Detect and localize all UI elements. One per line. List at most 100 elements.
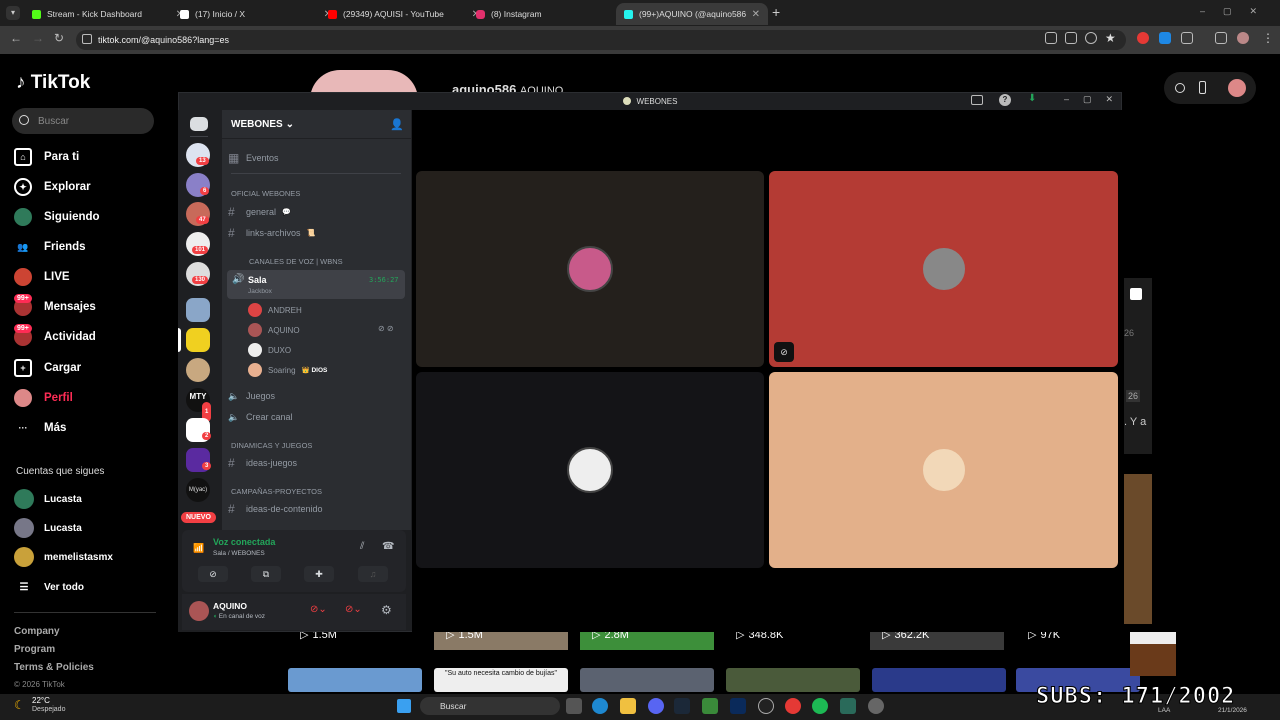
category-voz[interactable]: CANALES DE VOZ | WBNS xyxy=(249,257,343,266)
user-name[interactable]: AQUINO xyxy=(213,601,247,611)
explorer-icon[interactable] xyxy=(620,698,636,714)
new-tab-button[interactable]: + xyxy=(772,4,780,20)
forward-icon[interactable]: → xyxy=(32,31,44,45)
close-tab-icon[interactable]: ✕ xyxy=(752,9,760,20)
video-thumbnail[interactable] xyxy=(580,668,714,692)
category-dinamicas[interactable]: DINAMICAS Y JUEGOS xyxy=(231,441,312,450)
server-icon[interactable]: 2 xyxy=(186,418,212,442)
category-campanas[interactable]: CAMPAÑAS-PROYECTOS xyxy=(231,487,322,496)
zoom-icon[interactable] xyxy=(1085,32,1097,44)
server-icon[interactable]: 6 xyxy=(186,173,210,197)
terminal-icon[interactable] xyxy=(840,698,856,714)
inbox-icon[interactable] xyxy=(971,95,983,105)
task-view-icon[interactable] xyxy=(566,698,582,714)
new-servers-badge[interactable]: NUEVO xyxy=(181,512,216,523)
server-icon[interactable]: MTY 1 xyxy=(186,388,212,422)
channel-ideas-juegos[interactable]: # ideas-juegos xyxy=(228,455,297,471)
settings-gear-icon[interactable]: ⚙ xyxy=(381,603,392,617)
browser-tab-kick[interactable]: Stream - Kick Dashboard ✕ xyxy=(24,3,192,25)
followed-account[interactable]: memelistasmx xyxy=(14,546,113,568)
spotify-icon[interactable] xyxy=(812,698,828,714)
photoshop-icon[interactable] xyxy=(730,698,746,714)
channel-links[interactable]: # links-archivos 📜 xyxy=(228,225,315,241)
server-name-header[interactable]: WEBONES ⌄ xyxy=(231,119,294,130)
voice-user[interactable]: ANDREH xyxy=(248,303,302,317)
taskbar-search[interactable]: Buscar xyxy=(420,697,560,715)
soundboard-button[interactable]: ♫ xyxy=(358,566,388,582)
server-icon[interactable] xyxy=(186,298,210,322)
nav-cargar[interactable]: + Cargar xyxy=(14,357,81,379)
participant-tile[interactable] xyxy=(769,372,1118,568)
user-avatar[interactable] xyxy=(1228,79,1246,97)
see-all-link[interactable]: ☰ Ver todo xyxy=(14,576,85,598)
nav-para-ti[interactable]: ⌂ Para ti xyxy=(14,146,79,168)
participant-tile[interactable] xyxy=(416,372,764,568)
headset-muted-icon[interactable]: ⊘⌄ xyxy=(345,604,362,615)
nav-perfil[interactable]: Perfil xyxy=(14,387,73,409)
edge-icon[interactable] xyxy=(592,698,608,714)
server-icon[interactable]: 101 xyxy=(186,232,210,256)
browser-tab-x[interactable]: (17) Inicio / X ✕ xyxy=(172,3,340,25)
channel-ideas-contenido[interactable]: # ideas-de-contenido xyxy=(228,501,323,517)
nav-mas[interactable]: ··· Más xyxy=(14,417,67,439)
category-oficial[interactable]: OFICIAL WEBONES xyxy=(231,189,300,198)
followed-account[interactable]: Lucasta xyxy=(14,517,82,539)
camera-off-button[interactable]: ⊘ xyxy=(198,566,228,582)
steam-icon[interactable] xyxy=(674,698,690,714)
participant-tile[interactable] xyxy=(769,171,1118,367)
url-input[interactable]: tiktok.com/@aquino586?lang=es xyxy=(76,30,1126,50)
voice-status-title[interactable]: Voz conectada xyxy=(213,537,275,547)
footer-company[interactable]: Company xyxy=(14,626,60,637)
weather-temp[interactable]: 22°C xyxy=(32,696,50,705)
discord-taskbar-icon[interactable] xyxy=(648,698,664,714)
nav-live[interactable]: LIVE xyxy=(14,266,70,288)
browser-tab-youtube[interactable]: (29349) AQUISI - YouTube ✕ xyxy=(320,3,488,25)
fullscreen-icon[interactable] xyxy=(1130,288,1142,300)
video-thumbnail[interactable] xyxy=(288,668,422,692)
coin-icon[interactable] xyxy=(1175,83,1185,93)
window-controls[interactable]: –▢✕ xyxy=(1200,6,1275,17)
disconnect-icon[interactable]: ☎ xyxy=(382,541,394,552)
discord-window-controls[interactable]: –▢✕ xyxy=(1064,94,1127,105)
participant-tile[interactable] xyxy=(416,171,764,367)
cast-icon[interactable] xyxy=(1045,32,1057,44)
server-icon[interactable]: 130 xyxy=(186,262,210,286)
server-icon[interactable]: 47 xyxy=(186,202,210,226)
channel-general[interactable]: # general 💬 xyxy=(228,204,291,220)
browser-tab-tiktok[interactable]: (99+)AQUINO (@aquino586) | ✕ xyxy=(616,3,768,25)
server-icon[interactable]: 3 xyxy=(186,448,212,472)
user-avatar[interactable] xyxy=(189,601,209,621)
discord-home-icon[interactable] xyxy=(190,117,208,131)
reading-list-icon[interactable] xyxy=(1215,32,1227,44)
help-icon[interactable]: ? xyxy=(999,94,1011,106)
site-info-icon[interactable] xyxy=(82,34,92,44)
device-icon[interactable] xyxy=(1199,81,1206,94)
weather-icon[interactable]: ☾ xyxy=(14,698,25,712)
noise-suppression-icon[interactable]: ⫽ xyxy=(360,541,364,552)
tab-search-button[interactable]: ▾ xyxy=(6,6,20,20)
video-thumbnail[interactable]: "Su auto necesita cambio de bujías" xyxy=(434,668,568,692)
voice-user[interactable]: AQUINO xyxy=(248,323,300,337)
settings-icon[interactable] xyxy=(868,698,884,714)
events-channel[interactable]: ▦ Eventos xyxy=(228,150,279,166)
voice-channel-crear[interactable]: 🔈 Crear canal xyxy=(228,409,293,425)
footer-terms[interactable]: Terms & Policies xyxy=(14,662,94,673)
chrome-menu-icon[interactable]: ⋮ xyxy=(1262,31,1274,45)
download-icon[interactable]: ⬇ xyxy=(1028,93,1036,104)
invite-icon[interactable]: 👤 xyxy=(390,118,404,131)
activities-button[interactable]: ✚ xyxy=(304,566,334,582)
mic-muted-icon[interactable]: ⊘⌄ xyxy=(310,604,327,615)
nav-explorar[interactable]: ✦ Explorar xyxy=(14,176,91,198)
browser-tab-instagram[interactable]: (8) Instagram ✕ xyxy=(468,3,636,25)
nav-actividad[interactable]: 99+ Actividad xyxy=(14,324,96,348)
translate-icon[interactable] xyxy=(1065,32,1077,44)
nav-mensajes[interactable]: 99+ Mensajes xyxy=(14,294,96,318)
start-button[interactable] xyxy=(397,699,411,713)
back-icon[interactable]: ← xyxy=(10,31,22,45)
tiktok-search-input[interactable]: Buscar xyxy=(12,108,154,134)
server-icon[interactable]: M(yac) xyxy=(186,478,210,502)
video-thumbnail[interactable] xyxy=(726,668,860,692)
tiktok-logo[interactable]: ♪ TikTok xyxy=(16,72,90,94)
puzzle-icon[interactable] xyxy=(1181,32,1193,44)
voice-user[interactable]: Soaring 👑 DIOS xyxy=(248,363,327,377)
